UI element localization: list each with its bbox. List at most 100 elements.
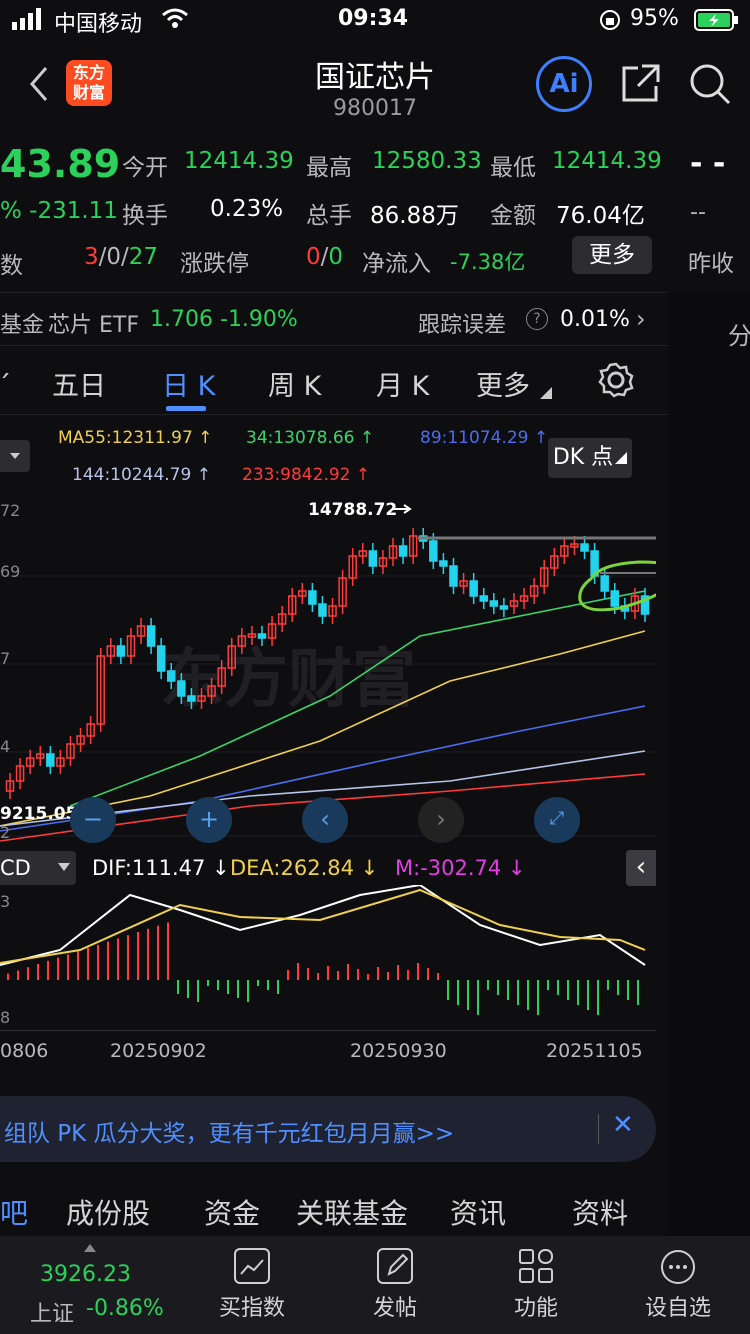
low-value: 12414.39	[552, 148, 662, 174]
collapse-panel-button[interactable]: ‹	[626, 850, 656, 886]
edit-icon	[377, 1248, 413, 1284]
ma233-label: 233:9842.92 ↑	[242, 465, 371, 485]
tab-prev-partial[interactable]: ׳	[0, 364, 11, 395]
watermark: 东方财富	[160, 643, 416, 717]
netflow-value: -7.38亿	[450, 250, 526, 274]
date-label-1: 0806	[0, 1040, 49, 1062]
open-value: 12414.39	[184, 148, 294, 174]
divider	[598, 1114, 599, 1144]
tab-more[interactable]: 更多	[476, 364, 530, 403]
counts-label: 数	[0, 253, 23, 279]
more-button[interactable]: 更多	[572, 236, 652, 274]
chevron-right-icon: ›	[636, 305, 646, 333]
candle	[469, 580, 478, 597]
fullscreen-icon[interactable]: ⤢	[534, 797, 580, 843]
candle	[398, 545, 408, 557]
ma144-label: 144:10244.79 ↑	[72, 465, 211, 485]
ma34-label: 34:13078.66 ↑	[246, 428, 375, 448]
side-fen-label: 分	[728, 322, 750, 350]
close-icon[interactable]: ✕	[612, 1110, 634, 1140]
period-tabs: ׳ 五日 日 K 周 K 月 K 更多	[0, 350, 668, 414]
index-pct[interactable]: -0.86%	[86, 1296, 164, 1321]
amount-value: 76.04亿	[556, 203, 645, 229]
decline-count: 27	[128, 244, 159, 270]
tab-news[interactable]: 资讯	[450, 1192, 506, 1232]
limit-label: 涨跌停	[180, 251, 249, 277]
candle	[439, 560, 448, 567]
candle	[318, 603, 327, 617]
macd-chart[interactable]: 3 8	[0, 883, 656, 1030]
tab-month-k[interactable]: 月 K	[376, 364, 429, 403]
macd-name: CD	[0, 856, 31, 880]
status-bar: 中国移动 09:34 95%	[0, 0, 750, 42]
volume-value: 86.88万	[370, 203, 459, 229]
index-name[interactable]: 上证	[30, 1296, 74, 1328]
price-change: % -231.11	[0, 198, 118, 224]
advance-count: 3	[84, 244, 99, 270]
tab-forum[interactable]: 吧	[0, 1192, 28, 1232]
tab-week-k[interactable]: 周 K	[268, 364, 321, 403]
scroll-left-button[interactable]: ‹	[302, 797, 348, 843]
bottom-tabs: 吧 成份股 资金 关联基金 资讯 资料	[0, 1180, 668, 1236]
etf-name: 芯片 ETF	[48, 313, 139, 338]
candle	[156, 645, 166, 672]
tab-related-funds[interactable]: 关联基金	[296, 1192, 408, 1232]
tab-funds-flow[interactable]: 资金	[204, 1192, 260, 1232]
candle	[177, 680, 186, 697]
dropdown-triangle-icon	[540, 384, 552, 403]
signal-icon	[12, 8, 48, 36]
side-panel	[668, 292, 750, 1236]
axis-label-5: 2	[0, 823, 10, 842]
functions-button[interactable]: 功能	[496, 1248, 576, 1322]
share-icon[interactable]	[620, 62, 662, 108]
date-label-3: 20250930	[350, 1040, 447, 1062]
carrier-label: 中国移动	[54, 12, 143, 37]
tab-day-k[interactable]: 日 K	[162, 364, 215, 403]
axis-label-4: 4	[0, 737, 10, 756]
axis-label-1: 72	[0, 501, 20, 520]
active-tab-indicator	[166, 406, 206, 411]
dk-point-button[interactable]: DK 点	[548, 438, 632, 478]
post-button[interactable]: 发帖	[355, 1248, 435, 1322]
date-label-4: 20251105	[546, 1040, 643, 1062]
flat-count: 0	[106, 244, 122, 270]
high-value: 12580.33	[372, 148, 482, 174]
battery-percent: 95%	[630, 6, 679, 31]
turnover-value: 0.23%	[210, 196, 284, 222]
buy-index-button[interactable]: 买指数	[212, 1248, 292, 1322]
ma89-label: 89:11074.29 ↑	[420, 428, 549, 448]
search-icon[interactable]	[688, 62, 732, 110]
side-dash: - -	[690, 146, 726, 181]
index-value[interactable]: 3926.23	[40, 1262, 131, 1287]
help-icon[interactable]: ?	[526, 308, 548, 330]
promo-banner[interactable]: 组队 PK 瓜分大奖，更有千元红包月月赢>> ✕	[0, 1096, 656, 1162]
dea-line	[0, 888, 646, 964]
macd-selector[interactable]: CD	[0, 851, 76, 885]
zoom-in-button[interactable]: +	[186, 797, 232, 843]
volume-label: 总手	[306, 203, 352, 229]
divider	[0, 1030, 656, 1031]
tab-5day[interactable]: 五日	[52, 364, 106, 403]
tab-profile[interactable]: 资料	[572, 1192, 628, 1232]
zoom-out-button[interactable]: −	[70, 797, 116, 843]
divider	[0, 414, 668, 415]
dif-line	[0, 883, 646, 966]
bottom-dock: 3926.23 上证 -0.86% 买指数 发帖 功能 设自选	[0, 1236, 750, 1334]
settings-icon[interactable]	[598, 362, 634, 402]
candle	[489, 600, 499, 607]
limit-counts: 0/0	[306, 244, 344, 270]
etf-price: 1.706	[150, 307, 213, 332]
candle	[116, 645, 126, 657]
indicator-dropdown[interactable]	[0, 440, 30, 472]
add-watchlist-button[interactable]: 设自选	[638, 1248, 718, 1322]
macd-axis-bottom: 8	[0, 1008, 10, 1027]
promo-text: 组队 PK 瓜分大奖，更有千元红包月月赢>>	[4, 1121, 455, 1147]
candle	[187, 695, 196, 702]
rotation-lock-icon	[598, 8, 622, 38]
etf-bar[interactable]: 基金 芯片 ETF 1.706 -1.90% 跟踪误差 ? 0.01% ›	[0, 292, 668, 346]
scroll-right-button[interactable]: ›	[418, 797, 464, 843]
ai-button[interactable]: Ai	[536, 56, 592, 112]
add-watchlist-label: 设自选	[644, 1296, 711, 1321]
high-marker: 14788.72	[308, 500, 397, 520]
tab-constituents[interactable]: 成份股	[66, 1192, 150, 1232]
